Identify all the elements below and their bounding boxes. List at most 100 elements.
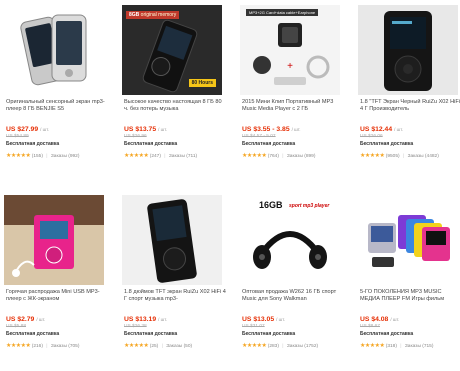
silver-mp3-player-image[interactable] xyxy=(4,5,104,95)
rating-count[interactable]: (318) xyxy=(386,344,397,349)
price-value: US $12.44 xyxy=(360,126,393,133)
product-card[interactable]: 8GB original memory 80 Hours Высокое кач… xyxy=(118,0,226,180)
product-price: US $13.75/ шт. xyxy=(124,126,167,133)
product-title[interactable]: 1.8 дюймов TFT экран RuiZu X02 HiFi 4 Г … xyxy=(124,289,226,309)
sport-headphone-player-image[interactable]: 16GB sport mp3 player xyxy=(240,195,340,285)
price-value: US $27.99 xyxy=(6,126,39,133)
price-unit: / шт. xyxy=(158,127,168,132)
product-price: US $27.99/ шт. xyxy=(6,126,49,133)
product-card[interactable]: Оригинальный сенсорный экран mp3-плеер 8… xyxy=(0,0,108,180)
product-title[interactable]: Горячая распродажа Mini USB MP3-плеер с … xyxy=(6,289,108,309)
product-card[interactable]: + MP3+2G Card+data cable+Earphone 2015 М… xyxy=(236,0,344,180)
black-sport-player-image[interactable] xyxy=(122,195,222,285)
old-price: US $54.89 xyxy=(6,134,29,139)
rating-stars: ★★★★★ xyxy=(242,153,267,159)
rating-row: ★★★★★ (764) | Заказы (899) xyxy=(242,152,315,159)
old-price: US $8.67 xyxy=(360,324,381,329)
orders-count[interactable]: Заказы (992) xyxy=(51,154,80,159)
rating-count[interactable]: (283) xyxy=(268,344,279,349)
price-unit: / шт. xyxy=(390,317,400,322)
orders-count[interactable]: Заказы (4482) xyxy=(408,154,439,159)
price-unit: / шт. xyxy=(158,317,168,322)
price-unit: / шт. xyxy=(36,317,46,322)
rating-count[interactable]: (25) xyxy=(150,344,159,349)
rating-stars: ★★★★★ xyxy=(242,343,267,349)
separator: | xyxy=(164,154,166,159)
product-grid: Оригинальный сенсорный экран mp3-плеер 8… xyxy=(0,0,460,371)
rating-row: ★★★★★ (216) | Заказы (705) xyxy=(6,342,79,349)
orders-count[interactable]: Заказы (899) xyxy=(287,154,316,159)
pink-mini-player-image[interactable] xyxy=(4,195,104,285)
rating-count[interactable]: (247) xyxy=(150,154,161,159)
product-title[interactable]: 5-ГО ПОКОЛЕНИЯ MP3 MUSIC МЕДИА ПЛЕЕР FM … xyxy=(360,289,460,309)
product-title[interactable]: Высокое качество настоящая 8 ГБ 80 ч. бе… xyxy=(124,99,226,119)
product-price: US $4.08/ шт. xyxy=(360,316,399,323)
shipping-label: Бесплатная доставка xyxy=(242,331,296,337)
product-price: US $2.79/ шт. xyxy=(6,316,45,323)
price-value: US $3.55 - 3.85 xyxy=(242,126,290,133)
orders-count[interactable]: Заказы (715) xyxy=(405,344,434,349)
price-value: US $13.75 xyxy=(124,126,157,133)
product-card[interactable]: Горячая распродажа Mini USB MP3-плеер с … xyxy=(0,190,108,370)
product-card[interactable]: 1.8 дюймов TFT экран RuiZu X02 HiFi 4 Г … xyxy=(118,190,226,370)
rating-stars: ★★★★★ xyxy=(124,153,149,159)
svg-text:+: + xyxy=(287,61,293,72)
old-price: US $26.06 xyxy=(360,134,383,139)
rating-row: ★★★★★ (155) | Заказы (992) xyxy=(6,152,79,159)
rating-stars: ★★★★★ xyxy=(6,153,31,159)
black-hifi-player-image[interactable] xyxy=(358,5,458,95)
product-title[interactable]: Оригинальный сенсорный экран mp3-плеер 8… xyxy=(6,99,108,119)
product-title[interactable]: Оптовая продажа W262 16 ГБ спорт Music д… xyxy=(242,289,344,309)
rating-row: ★★★★★ (247) | Заказы (711) xyxy=(124,152,197,159)
rating-count[interactable]: (764) xyxy=(268,154,279,159)
separator: | xyxy=(282,344,284,349)
orders-count[interactable]: Заказы (1752) xyxy=(287,344,318,349)
rating-count[interactable]: (216) xyxy=(32,344,43,349)
product-card[interactable]: 1.8 "TFT Экран Черный RuiZu X02 HiFi 4 Г… xyxy=(354,0,460,180)
price-unit: / шт. xyxy=(276,317,286,322)
orders-count[interactable]: Заказы (705) xyxy=(51,344,80,349)
orders-count[interactable]: Заказы (711) xyxy=(169,154,197,159)
separator: | xyxy=(402,154,405,159)
separator: | xyxy=(46,154,48,159)
hours-badge: 80 Hours xyxy=(188,79,216,87)
colorful-nano-players-image[interactable] xyxy=(358,195,458,285)
product-price: US $3.55 - 3.85/ шт. xyxy=(242,126,301,133)
old-price: US $26.96 xyxy=(124,134,147,139)
separator: | xyxy=(161,344,163,349)
product-card[interactable]: 16GB sport mp3 player Оптовая продажа W2… xyxy=(236,190,344,370)
rating-row: ★★★★★ (9505) | Заказы (4482) xyxy=(360,152,439,159)
old-price: US $4.57 - 5.07 xyxy=(242,134,276,139)
product-card[interactable]: 5-ГО ПОКОЛЕНИЯ MP3 MUSIC МЕДИА ПЛЕЕР FM … xyxy=(354,190,460,370)
price-unit: / шт. xyxy=(394,127,404,132)
price-value: US $4.08 xyxy=(360,316,389,323)
price-value: US $2.79 xyxy=(6,316,35,323)
rating-stars: ★★★★★ xyxy=(360,343,385,349)
black-mp3-player-image[interactable]: 8GB original memory 80 Hours xyxy=(122,5,222,95)
badge-text: 8GB xyxy=(129,12,140,18)
rating-count[interactable]: (9505) xyxy=(386,154,400,159)
product-price: US $13.19/ шт. xyxy=(124,316,167,323)
old-price: US $5.88 xyxy=(6,324,27,329)
badge-extra: original memory xyxy=(140,12,177,18)
clip-mp3-player-image[interactable]: + MP3+2G Card+data cable+Earphone xyxy=(240,5,340,95)
rating-stars: ★★★★★ xyxy=(6,343,31,349)
price-unit: / шт. xyxy=(291,127,301,132)
rating-row: ★★★★★ (283) | Заказы (1752) xyxy=(242,342,318,349)
orders-count[interactable]: Заказы (50) xyxy=(166,344,192,349)
shipping-label: Бесплатная доставка xyxy=(6,331,60,337)
rating-count[interactable]: (155) xyxy=(32,154,43,159)
shipping-label: Бесплатная доставка xyxy=(124,141,178,147)
product-title[interactable]: 1.8 "TFT Экран Черный RuiZu X02 HiFi 4 Г… xyxy=(360,99,460,119)
shipping-label: Бесплатная доставка xyxy=(360,141,414,147)
price-unit: / шт. xyxy=(40,127,50,132)
product-title[interactable]: 2015 Мини Клип Портативный MP3 Music Med… xyxy=(242,99,344,119)
old-price: US $26.38 xyxy=(124,324,147,329)
price-value: US $13.19 xyxy=(124,316,157,323)
rating-row: ★★★★★ (25) | Заказы (50) xyxy=(124,342,192,349)
rating-stars: ★★★★★ xyxy=(124,343,149,349)
shipping-label: Бесплатная доставка xyxy=(360,331,414,337)
price-value: US $13.05 xyxy=(242,316,275,323)
rating-stars: ★★★★★ xyxy=(360,153,385,159)
capacity-badge: 16GB xyxy=(259,200,283,210)
